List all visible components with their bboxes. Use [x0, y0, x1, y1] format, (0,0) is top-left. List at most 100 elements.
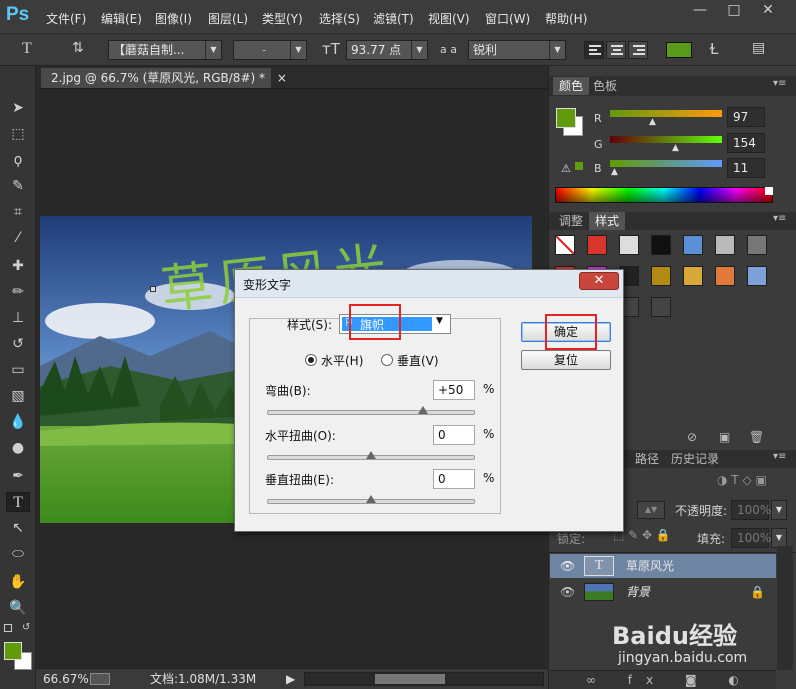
quick-select-tool-icon[interactable]: ✎ [6, 176, 30, 196]
dodge-tool-icon[interactable]: ● [6, 438, 30, 458]
vertical-distortion-input[interactable]: 0 [433, 469, 475, 489]
style-swatch[interactable] [715, 235, 735, 255]
horizontal-radio[interactable] [305, 354, 317, 366]
style-swatch[interactable] [651, 266, 671, 286]
align-left-button[interactable] [584, 41, 604, 59]
crop-tool-icon[interactable]: ⌗ [6, 202, 30, 222]
status-menu-arrow-icon[interactable]: ▶ [286, 669, 295, 689]
layers-scrollbar[interactable] [777, 546, 793, 670]
font-style-select[interactable]: - ▼ [233, 40, 307, 60]
transform-handle[interactable] [150, 286, 156, 292]
horizontal-distortion-thumb[interactable] [366, 451, 376, 459]
eye-icon[interactable]: 👁 [560, 554, 575, 578]
layer-name[interactable]: 草原风光 [626, 554, 674, 578]
eraser-tool-icon[interactable]: ▭ [6, 360, 30, 380]
menu-file[interactable]: 文件(F) [46, 10, 86, 27]
menu-help[interactable]: 帮助(H) [545, 10, 587, 27]
path-select-tool-icon[interactable]: ↖ [6, 518, 30, 538]
panels-toggle-icon[interactable]: ▤ [752, 40, 765, 56]
text-orientation-icon[interactable]: ⇅ [72, 40, 84, 56]
text-tool-icon[interactable]: T [22, 40, 32, 58]
panel-menu-icon[interactable]: ▾≡ [773, 451, 786, 462]
align-center-button[interactable] [606, 41, 626, 59]
gamut-color-chip[interactable] [575, 162, 583, 170]
color-foreground-swatch[interactable] [556, 108, 576, 128]
g-slider[interactable] [610, 136, 722, 143]
tab-paths[interactable]: 路径 [629, 450, 665, 468]
fill-chevron-down-icon[interactable]: ▼ [771, 528, 787, 548]
layer-filter-icons[interactable]: ◑ T ◇ ▣ [717, 473, 767, 487]
default-colors-icon[interactable] [4, 624, 12, 632]
style-swatch[interactable] [651, 297, 671, 317]
close-icon[interactable]: ✕ [756, 2, 780, 18]
bend-slider[interactable] [267, 410, 475, 415]
font-size-select[interactable]: 93.77 点 ▼ [346, 40, 428, 60]
reset-button[interactable]: 复位 [521, 350, 611, 370]
marquee-tool-icon[interactable]: ⬚ [6, 124, 30, 144]
spectrum-white-chip[interactable] [765, 187, 773, 195]
opacity-input[interactable]: 100% [731, 500, 771, 520]
gamut-warning-icon[interactable]: ⚠ [561, 162, 571, 175]
move-tool-icon[interactable]: ➤ [6, 98, 30, 118]
style-swatch[interactable] [587, 235, 607, 255]
delete-style-icon[interactable]: 🗑 [749, 430, 764, 444]
panel-menu-icon[interactable]: ▾≡ [773, 78, 786, 89]
opacity-chevron-down-icon[interactable]: ▼ [771, 500, 787, 520]
ellipse-tool-icon[interactable]: ⬭ [6, 544, 30, 564]
style-swatch[interactable] [651, 235, 671, 255]
vertical-radio[interactable] [381, 354, 393, 366]
font-family-select[interactable]: 【蘑菇自制... ▼ [108, 40, 222, 60]
b-slider-thumb[interactable]: ▲ [611, 167, 618, 177]
zoom-tool-icon[interactable]: 🔍 [6, 598, 30, 618]
menu-view[interactable]: 视图(V) [428, 10, 470, 27]
pen-tool-icon[interactable]: ✒ [6, 466, 30, 486]
menu-type[interactable]: 类型(Y) [262, 10, 303, 27]
style-swatch[interactable] [715, 266, 735, 286]
tab-close-icon[interactable]: × [277, 71, 287, 85]
menu-edit[interactable]: 编辑(E) [101, 10, 142, 27]
horizontal-distortion-input[interactable]: 0 [433, 425, 475, 445]
new-style-icon[interactable]: ▣ [719, 430, 730, 444]
type-tool-icon[interactable]: T [6, 492, 30, 512]
fill-input[interactable]: 100% [731, 528, 771, 548]
bend-slider-thumb[interactable] [418, 406, 428, 414]
swap-colors-icon[interactable]: ↺ [22, 622, 30, 633]
layer-row[interactable]: 👁 T 草原风光 [550, 554, 776, 578]
scrollbar-thumb[interactable] [375, 674, 445, 684]
minimize-icon[interactable]: — [688, 2, 712, 18]
tab-styles[interactable]: 样式 [589, 212, 626, 230]
menu-select[interactable]: 选择(S) [319, 10, 360, 27]
tab-adjustments[interactable]: 调整 [553, 212, 589, 230]
b-value-input[interactable]: 11 [727, 158, 765, 178]
brush-tool-icon[interactable]: ✏ [6, 282, 30, 302]
style-swatch[interactable] [555, 235, 575, 255]
warp-text-icon[interactable]: Ɫ [710, 40, 718, 58]
status-icon[interactable] [90, 673, 110, 685]
bend-input[interactable]: +50 [433, 380, 475, 400]
history-brush-icon[interactable]: ↺ [6, 334, 30, 354]
menu-layer[interactable]: 图层(L) [208, 10, 248, 27]
zoom-level[interactable]: 66.67% [43, 669, 89, 689]
vertical-distortion-thumb[interactable] [366, 495, 376, 503]
blur-tool-icon[interactable]: 💧 [6, 412, 30, 432]
dialog-close-button[interactable]: ✕ [579, 272, 619, 290]
tab-swatches[interactable]: 色板 [587, 77, 623, 95]
healing-brush-icon[interactable]: ✚ [6, 256, 30, 276]
color-spectrum-bar[interactable] [555, 187, 773, 203]
layer-name[interactable]: 背景 [626, 580, 650, 604]
menu-image[interactable]: 图像(I) [155, 10, 192, 27]
tab-color[interactable]: 颜色 [553, 77, 590, 95]
panel-menu-icon[interactable]: ▾≡ [773, 213, 786, 224]
foreground-color-swatch[interactable] [4, 642, 22, 660]
gradient-tool-icon[interactable]: ▧ [6, 386, 30, 406]
tab-history[interactable]: 历史记录 [665, 450, 725, 468]
lasso-tool-icon[interactable]: ϙ [6, 150, 30, 170]
eye-icon[interactable]: 👁 [560, 580, 575, 604]
text-color-swatch[interactable] [666, 42, 692, 58]
antialias-select[interactable]: 锐利 ▼ [468, 40, 566, 60]
document-tab[interactable]: 2.jpg @ 66.7% (草原风光, RGB/8#) * × [41, 68, 287, 88]
r-value-input[interactable]: 97 [727, 107, 765, 127]
g-slider-thumb[interactable]: ▲ [672, 143, 679, 153]
hand-tool-icon[interactable]: ✋ [6, 572, 30, 592]
stamp-tool-icon[interactable]: ⊥ [6, 308, 30, 328]
